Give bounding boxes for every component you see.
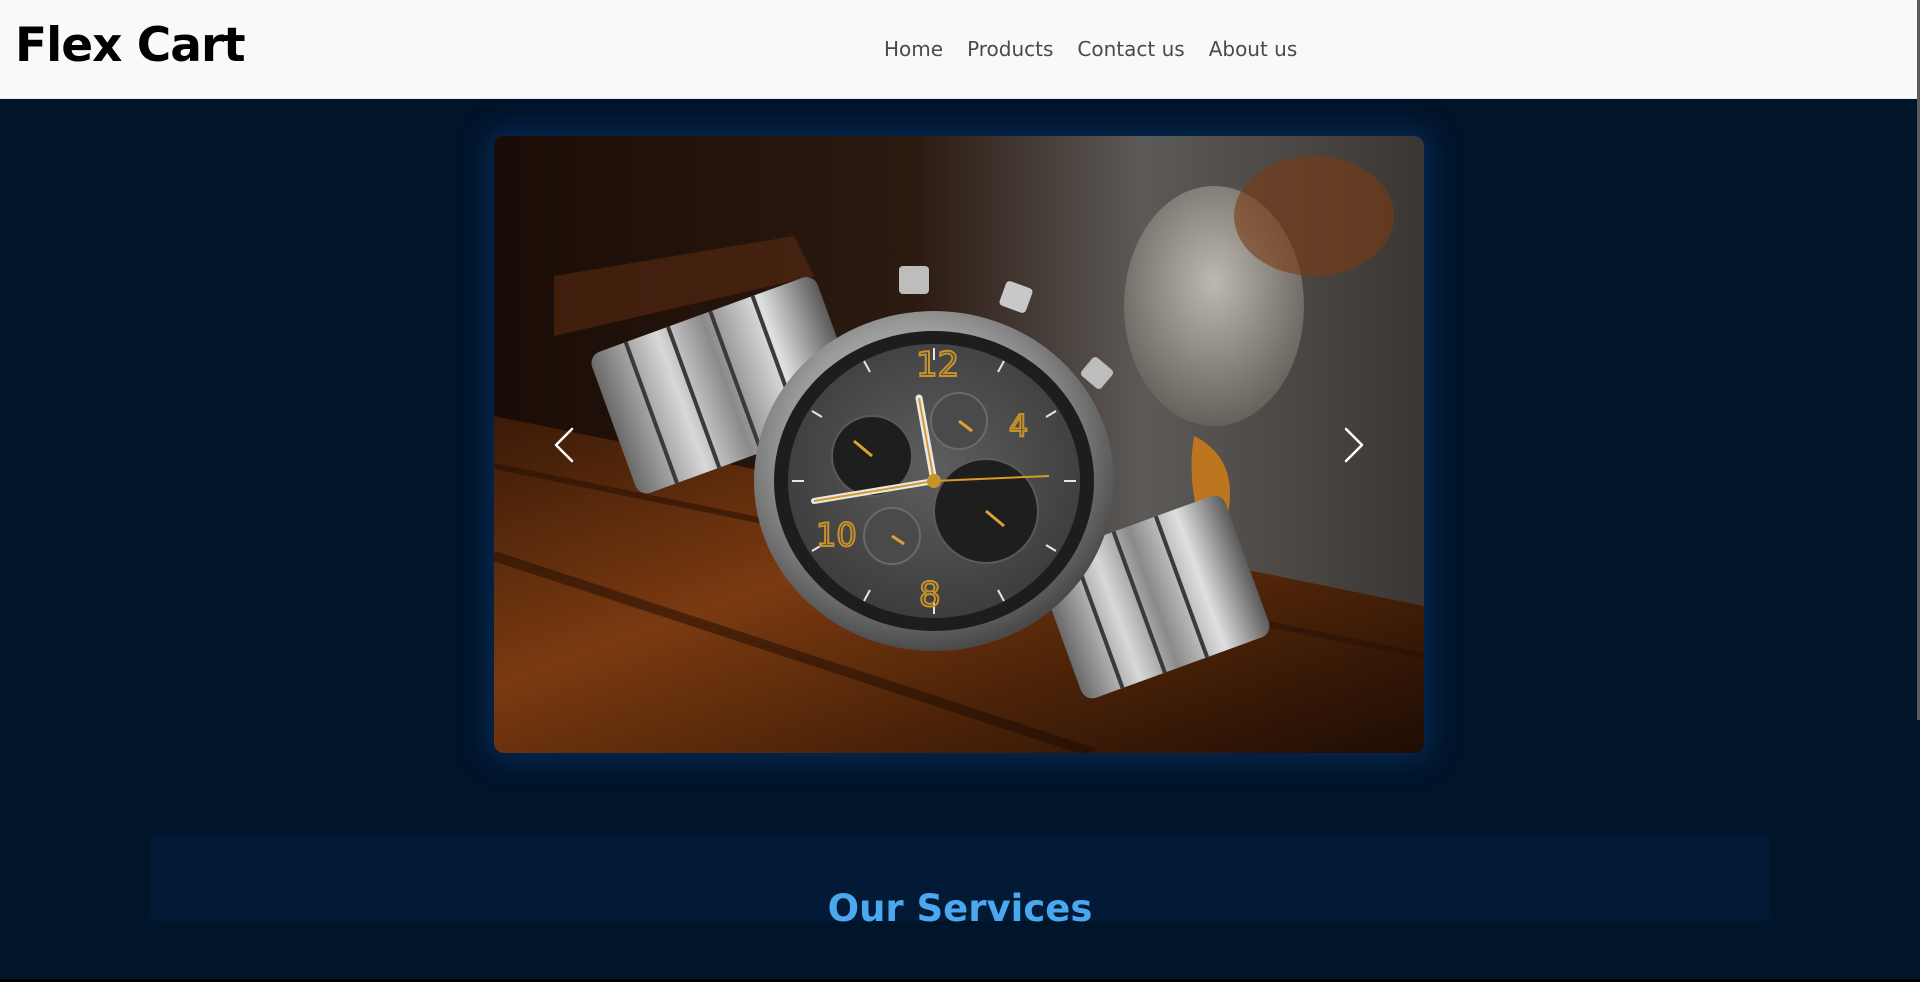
carousel-prev-button[interactable] (544, 415, 584, 475)
chevron-right-icon (1344, 427, 1364, 462)
nav-menu: Home Products Contact us About us (882, 33, 1299, 65)
svg-text:12: 12 (916, 345, 959, 385)
svg-text:8: 8 (919, 575, 941, 615)
carousel-slide-image: 12 4 8 10 (494, 136, 1424, 753)
nav-link-contact-us[interactable]: Contact us (1075, 33, 1186, 65)
navbar: Flex Cart Home Products Contact us About… (0, 0, 1917, 99)
services-section: Our Services (150, 835, 1770, 930)
carousel-next-button[interactable] (1334, 415, 1374, 475)
hero-carousel: 12 4 8 10 (494, 136, 1424, 753)
nav-link-about-us[interactable]: About us (1207, 33, 1300, 65)
nav-link-products[interactable]: Products (965, 33, 1055, 65)
chevron-left-icon (554, 427, 574, 462)
svg-text:4: 4 (1009, 409, 1028, 444)
svg-text:10: 10 (816, 516, 857, 554)
brand-logo[interactable]: Flex Cart (15, 14, 246, 78)
services-heading: Our Services (827, 886, 1093, 930)
nav-link-home[interactable]: Home (882, 33, 945, 65)
